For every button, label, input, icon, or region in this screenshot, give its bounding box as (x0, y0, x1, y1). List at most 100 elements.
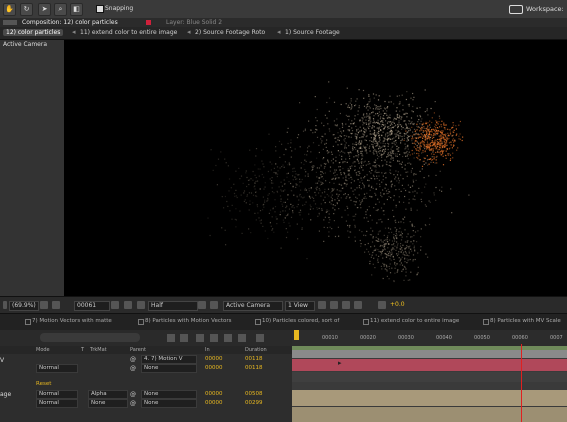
timeline-icon[interactable] (342, 301, 350, 309)
t-column[interactable]: T (81, 347, 84, 353)
toggle-pixel-aspect-icon[interactable] (318, 301, 326, 309)
pickwhip-icon[interactable]: @ (130, 356, 136, 363)
parent-dropdown[interactable]: None (141, 364, 197, 373)
breadcrumb-item[interactable]: 12) color particles (3, 29, 64, 36)
duration-value[interactable]: 00299 (245, 400, 263, 406)
parent-dropdown[interactable]: None (141, 399, 197, 408)
selection-tool-icon[interactable]: ➤ (38, 3, 51, 16)
parent-dropdown[interactable]: 4. 7) Motion V (141, 355, 197, 364)
timeline-tab[interactable]: 10) Particles colored, sort of (262, 318, 339, 324)
breadcrumb-separator-icon: ◂ (72, 28, 76, 36)
breadcrumb-item[interactable]: 2) Source Footage Roto (195, 29, 265, 36)
3d-view-dropdown[interactable]: Active Camera (223, 301, 283, 311)
motion-blur-icon[interactable] (224, 334, 232, 342)
rotate-tool-icon[interactable]: ↻ (20, 3, 33, 16)
workspace-icon[interactable] (509, 5, 523, 14)
current-time-indicator[interactable] (521, 344, 522, 422)
layer-name[interactable]: age (0, 391, 11, 398)
duration-value[interactable]: 00508 (245, 391, 263, 397)
trkmat-dropdown[interactable]: None (88, 399, 128, 408)
duration-column[interactable]: Duration (245, 347, 267, 353)
ruler-tick-label: 0007 (550, 335, 563, 341)
layer-bar[interactable] (292, 350, 567, 358)
ruler-tick-label: 00030 (398, 335, 414, 341)
magnification-dropdown[interactable]: (69.9%) (9, 301, 39, 311)
reset-link[interactable]: Reset (36, 381, 51, 387)
layer-bar[interactable] (292, 390, 567, 406)
view-layout-dropdown[interactable]: 1 View (285, 301, 315, 311)
tab-close-icon[interactable] (25, 319, 31, 325)
breadcrumb-separator-icon: ◂ (277, 28, 281, 36)
trkmat-dropdown[interactable]: Alpha (88, 390, 128, 399)
fast-previews-icon[interactable] (330, 301, 338, 309)
hand-tool-icon[interactable]: ✋ (3, 3, 16, 16)
always-preview-icon[interactable] (3, 301, 7, 309)
tab-close-icon[interactable] (483, 319, 489, 325)
ruler-tick-label: 00060 (512, 335, 528, 341)
timeline-tab[interactable]: 8) Particles with Motion Vectors (145, 318, 232, 324)
show-snapshot-icon[interactable] (124, 301, 132, 309)
graph-editor-icon[interactable] (238, 334, 246, 342)
track-spacer (292, 372, 567, 382)
timeline-tab[interactable]: 8) Particles with MV Scale (490, 318, 565, 324)
layer-bar[interactable] (292, 359, 567, 371)
parent-column[interactable]: Parent (130, 347, 146, 353)
in-column[interactable]: In (205, 347, 210, 353)
timeline-tab[interactable]: 11) extend color to entire image (370, 318, 459, 324)
flowchart-icon[interactable] (354, 301, 362, 309)
transparency-grid-icon[interactable] (210, 301, 218, 309)
timeline-tab[interactable]: 7) Motion Vectors with matte (32, 318, 112, 324)
workspace-label[interactable]: Workspace: (526, 5, 564, 13)
parent-dropdown[interactable]: None (141, 390, 197, 399)
draft-3d-icon[interactable] (180, 334, 188, 342)
hide-shy-icon[interactable] (196, 334, 204, 342)
mask-visibility-icon[interactable] (52, 301, 60, 309)
timeline-tracks[interactable]: 00010 00020 00030 00040 00050 00060 0007… (292, 330, 567, 422)
lock-icon[interactable] (146, 20, 151, 25)
pickwhip-icon[interactable]: @ (130, 400, 136, 407)
tab-close-icon[interactable] (363, 319, 369, 325)
comp-mini-flowchart-icon[interactable] (167, 334, 175, 342)
region-of-interest-icon[interactable] (198, 301, 206, 309)
panel-header: Composition: 12) color particles Layer: … (0, 18, 567, 27)
tab-close-icon[interactable] (255, 319, 261, 325)
duration-value[interactable]: 00118 (245, 365, 263, 371)
mode-dropdown[interactable]: Normal (36, 399, 78, 408)
frame-blending-icon[interactable] (210, 334, 218, 342)
in-point[interactable]: 00000 (205, 365, 223, 371)
snapping-label: Snapping (105, 5, 134, 12)
duration-value[interactable]: 00118 (245, 356, 263, 362)
mode-dropdown[interactable]: Normal (36, 364, 78, 373)
layer-bar[interactable] (292, 407, 567, 422)
current-time-field[interactable]: 00061 (74, 301, 110, 311)
layer-name[interactable]: V (0, 357, 4, 364)
zoom-tool-icon[interactable]: ⌕ (54, 3, 67, 16)
resolution-dropdown[interactable]: Half (148, 301, 198, 311)
in-point[interactable]: 00000 (205, 400, 223, 406)
reset-exposure-icon[interactable] (378, 301, 386, 309)
work-area-start-handle[interactable] (294, 330, 299, 340)
panel-menu-icon[interactable] (3, 20, 17, 25)
snapping-checkbox[interactable] (96, 5, 104, 13)
pickwhip-icon[interactable]: @ (130, 365, 136, 372)
snapshot-icon[interactable] (111, 301, 119, 309)
breadcrumb-item[interactable]: 1) Source Footage (285, 29, 340, 36)
trkmat-column[interactable]: TrkMat (90, 347, 107, 353)
camera-tool-icon[interactable]: ◧ (70, 3, 83, 16)
mode-column[interactable]: Mode (36, 347, 50, 353)
tab-close-icon[interactable] (138, 319, 144, 325)
mode-dropdown[interactable]: Normal (36, 390, 78, 399)
composition-panel-tab[interactable]: Composition: 12) color particles (22, 19, 118, 26)
in-point[interactable]: 00000 (205, 391, 223, 397)
breadcrumb-item[interactable]: 11) extend color to entire image (80, 29, 177, 36)
pickwhip-icon[interactable]: @ (130, 391, 136, 398)
exposure-value[interactable]: +0.0 (390, 301, 405, 308)
grid-icon[interactable] (40, 301, 48, 309)
live-update-icon[interactable] (256, 334, 264, 342)
layer-search-input[interactable] (40, 333, 140, 342)
layer-panel-tab[interactable]: Layer: Blue Solid 2 (166, 19, 222, 26)
channel-icon[interactable] (137, 301, 145, 309)
in-point[interactable]: 00000 (205, 356, 223, 362)
particle-render (207, 81, 470, 283)
time-ruler[interactable]: 00010 00020 00030 00040 00050 00060 0007 (292, 330, 567, 346)
